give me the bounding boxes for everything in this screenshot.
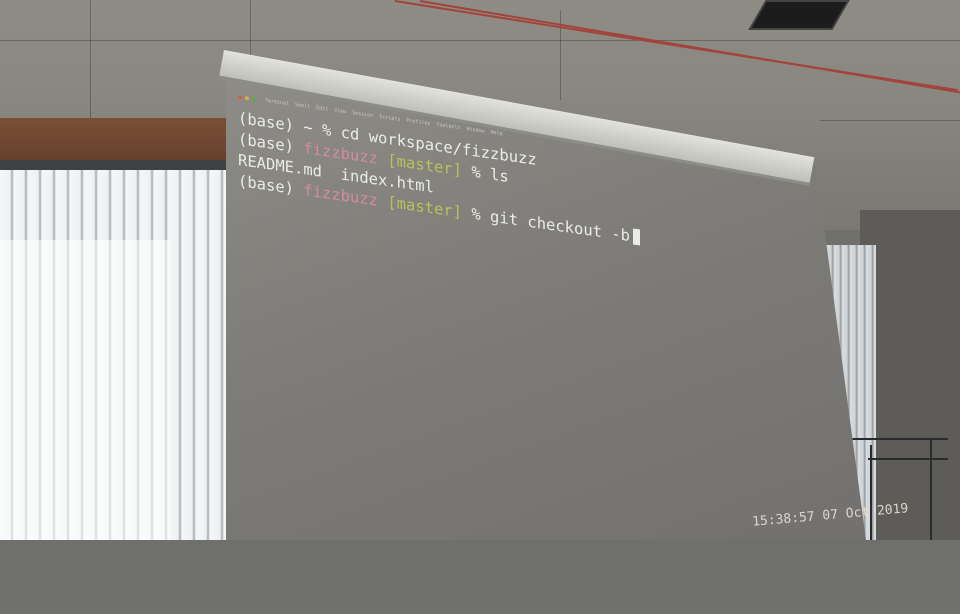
metal-stand [868, 458, 948, 460]
minimize-dot-icon[interactable] [245, 95, 249, 101]
menu-item-profiles[interactable]: Profiles [406, 117, 430, 126]
close-dot-icon[interactable] [238, 95, 242, 100]
menu-item-terminal[interactable]: Terminal [265, 97, 289, 106]
menu-item-window[interactable]: Window [467, 126, 485, 135]
menu-item-view[interactable]: View [334, 107, 346, 115]
menu-item-scripts[interactable]: Scripts [379, 113, 400, 122]
zoom-dot-icon[interactable] [252, 96, 256, 102]
terminal-window[interactable]: Terminal Shell Edit View Session Scripts Profi… [238, 92, 818, 614]
dir-label: ~ [303, 118, 313, 138]
menu-item-toolbelt[interactable]: Toolbelt [437, 121, 461, 130]
prompt-symbol: % [471, 204, 481, 225]
metal-stand [930, 440, 932, 540]
metal-stand [852, 438, 948, 440]
command-text: ls [490, 165, 509, 187]
ceiling-seam [250, 0, 251, 60]
text-cursor [633, 228, 641, 246]
metal-stand [870, 445, 872, 540]
window-light [0, 240, 170, 540]
ceiling-light-fixture [748, 0, 850, 30]
menu-item-session[interactable]: Session [352, 110, 373, 119]
ceiling-seam [90, 0, 91, 120]
prompt-symbol: % [471, 162, 481, 183]
menu-item-shell[interactable]: Shell [295, 102, 310, 110]
menu-item-edit[interactable]: Edit [316, 104, 328, 112]
menu-item-help[interactable]: Help [491, 129, 503, 137]
ceiling-seam [820, 120, 960, 121]
prompt-symbol: % [322, 120, 332, 141]
ceiling-seam [0, 40, 960, 41]
